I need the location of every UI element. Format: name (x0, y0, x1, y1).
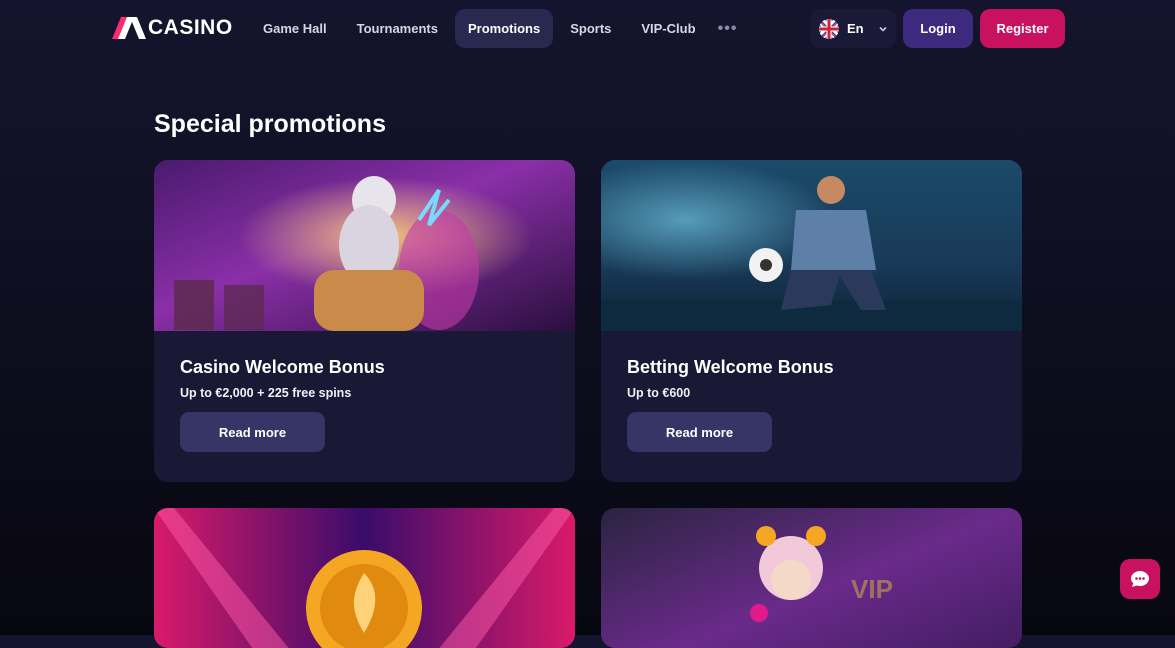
logo-mark-icon (112, 17, 146, 39)
nav-item-game-hall[interactable]: Game Hall (250, 9, 340, 48)
promo-card-betting-welcome[interactable]: Betting Welcome Bonus Up to €600 Read mo… (601, 160, 1022, 482)
language-label: En (847, 21, 864, 36)
nav-item-promotions[interactable]: Promotions (454, 9, 554, 48)
uk-flag-icon (819, 18, 839, 39)
logo-text: CASINO (148, 16, 233, 39)
chat-bubble-icon (1131, 571, 1149, 587)
site-logo[interactable]: CASINO (112, 16, 233, 39)
nav-item-tournaments[interactable]: Tournaments (344, 9, 451, 48)
page-title: Special promotions (154, 110, 386, 138)
promo-card-casino-welcome[interactable]: Casino Welcome Bonus Up to €2,000 + 225 … (154, 160, 575, 482)
promo-card-coin[interactable] (154, 508, 575, 648)
chevron-down-icon (879, 26, 887, 32)
promo-subtitle: Up to €600 (627, 386, 691, 400)
promo-image-golden-coin (154, 508, 575, 648)
promo-subtitle: Up to €2,000 + 225 free spins (180, 386, 352, 400)
main-nav: Game Hall Tournaments Promotions Sports … (250, 9, 747, 48)
promo-image-zeus (154, 160, 575, 331)
more-dots-icon[interactable]: ••• (713, 9, 743, 48)
login-button[interactable]: Login (903, 9, 973, 48)
nav-item-sports[interactable]: Sports (557, 9, 624, 48)
site-header: CASINO Game Hall Tournaments Promotions … (0, 0, 1175, 58)
svg-text:VIP: VIP (851, 574, 893, 604)
register-button[interactable]: Register (980, 9, 1065, 48)
promo-card-vip[interactable]: VIP (601, 508, 1022, 648)
read-more-button[interactable]: Read more (627, 412, 772, 452)
promo-title: Casino Welcome Bonus (180, 357, 385, 377)
language-selector[interactable]: En (810, 9, 896, 48)
nav-item-vip-club[interactable]: VIP-Club (628, 9, 708, 48)
promo-image-footballer (601, 160, 1022, 331)
read-more-button[interactable]: Read more (180, 412, 325, 452)
chat-button[interactable] (1120, 559, 1160, 599)
promo-title: Betting Welcome Bonus (627, 357, 834, 377)
promo-image-vip-character: VIP (601, 508, 1022, 648)
